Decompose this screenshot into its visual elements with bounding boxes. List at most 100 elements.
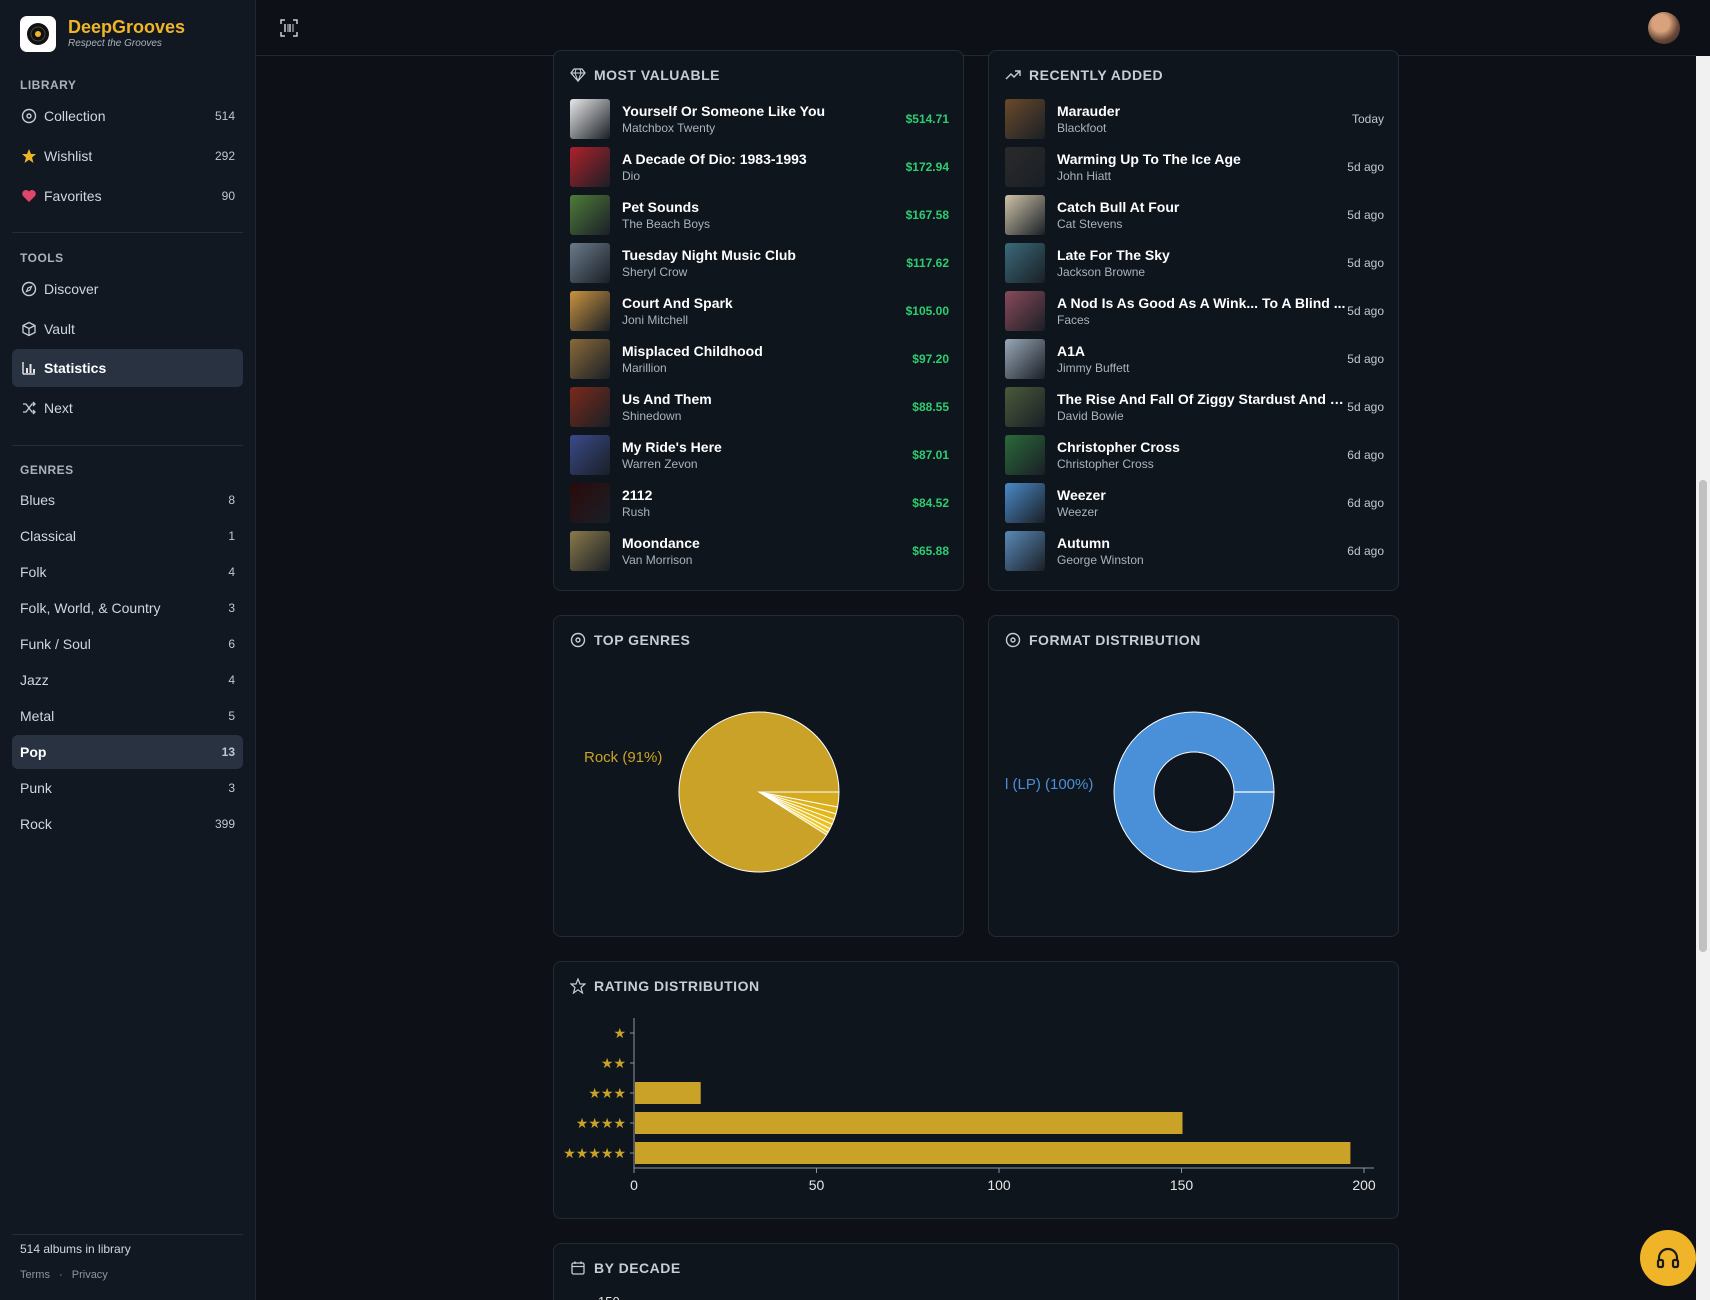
album-artist[interactable]: David Bowie <box>1057 408 1347 424</box>
avatar[interactable] <box>1648 12 1680 44</box>
sidebar-genre-classical[interactable]: Classical 1 <box>12 519 243 553</box>
rating-bar[interactable] <box>635 1082 701 1104</box>
sidebar-item-next[interactable]: Next <box>12 389 243 427</box>
scrollbar-thumb[interactable] <box>1699 480 1707 952</box>
album-title[interactable]: Pet Sounds <box>622 198 912 216</box>
album-artist[interactable]: Marillion <box>622 360 912 376</box>
album-artist[interactable]: Shinedown <box>622 408 912 424</box>
album-row[interactable]: Catch Bull At Four Cat Stevens 5d ago <box>1005 195 1384 235</box>
sidebar-genre-jazz[interactable]: Jazz 4 <box>12 663 243 697</box>
album-artist[interactable]: Weezer <box>1057 504 1347 520</box>
album-title[interactable]: Late For The Sky <box>1057 246 1347 264</box>
sidebar-item-wishlist[interactable]: Wishlist 292 <box>12 137 243 175</box>
rating-bar[interactable] <box>635 1112 1183 1134</box>
album-artist[interactable]: Cat Stevens <box>1057 216 1347 232</box>
album-row[interactable]: Christopher Cross Christopher Cross 6d ago <box>1005 435 1384 475</box>
album-artist[interactable]: Rush <box>622 504 912 520</box>
album-row[interactable]: Us And Them Shinedown $88.55 <box>570 387 949 427</box>
album-artist[interactable]: Van Morrison <box>622 552 912 568</box>
sidebar-genre-rock[interactable]: Rock 399 <box>12 807 243 841</box>
sidebar-item-discover[interactable]: Discover <box>12 270 243 308</box>
album-artist[interactable]: Dio <box>622 168 912 184</box>
album-cover[interactable] <box>1005 435 1045 475</box>
album-row[interactable]: A Decade Of Dio: 1983-1993 Dio $172.94 <box>570 147 949 187</box>
album-artist[interactable]: Blackfoot <box>1057 120 1347 136</box>
album-cover[interactable] <box>570 147 610 187</box>
sidebar-genre-folk[interactable]: Folk 4 <box>12 555 243 589</box>
album-artist[interactable]: Faces <box>1057 312 1347 328</box>
album-row[interactable]: Yourself Or Someone Like You Matchbox Twe… <box>570 99 949 139</box>
listening-help-button[interactable] <box>1640 1230 1696 1286</box>
album-title[interactable]: Court And Spark <box>622 294 912 312</box>
album-cover[interactable] <box>1005 483 1045 523</box>
album-row[interactable]: Misplaced Childhood Marillion $97.20 <box>570 339 949 379</box>
album-cover[interactable] <box>1005 243 1045 283</box>
album-row[interactable]: Tuesday Night Music Club Sheryl Crow $117.… <box>570 243 949 283</box>
album-row[interactable]: Weezer Weezer 6d ago <box>1005 483 1384 523</box>
album-title[interactable]: Catch Bull At Four <box>1057 198 1347 216</box>
album-artist[interactable]: Christopher Cross <box>1057 456 1347 472</box>
album-title[interactable]: Weezer <box>1057 486 1347 504</box>
album-cover[interactable] <box>1005 387 1045 427</box>
album-cover[interactable] <box>570 99 610 139</box>
album-row[interactable]: Court And Spark Joni Mitchell $105.00 <box>570 291 949 331</box>
album-title[interactable]: The Rise And Fall Of Ziggy Stardust And … <box>1057 390 1347 408</box>
privacy-link[interactable]: Privacy <box>72 1269 108 1281</box>
album-artist[interactable]: George Winston <box>1057 552 1347 568</box>
album-row[interactable]: Autumn George Winston 6d ago <box>1005 531 1384 571</box>
album-artist[interactable]: Sheryl Crow <box>622 264 912 280</box>
sidebar-item-statistics[interactable]: Statistics <box>12 349 243 387</box>
album-cover[interactable] <box>1005 291 1045 331</box>
album-title[interactable]: Misplaced Childhood <box>622 342 912 360</box>
album-row[interactable]: The Rise And Fall Of Ziggy Stardust And … <box>1005 387 1384 427</box>
album-title[interactable]: My Ride's Here <box>622 438 912 456</box>
album-title[interactable]: Us And Them <box>622 390 912 408</box>
album-row[interactable]: Pet Sounds The Beach Boys $167.58 <box>570 195 949 235</box>
sidebar-item-favorites[interactable]: Favorites 90 <box>12 177 243 215</box>
sidebar-item-vault[interactable]: Vault <box>12 310 243 348</box>
album-cover[interactable] <box>570 339 610 379</box>
album-cover[interactable] <box>570 195 610 235</box>
sidebar-genre-pop[interactable]: Pop 13 <box>12 735 243 769</box>
album-artist[interactable]: Warren Zevon <box>622 456 912 472</box>
album-title[interactable]: Tuesday Night Music Club <box>622 246 912 264</box>
album-artist[interactable]: John Hiatt <box>1057 168 1347 184</box>
album-row[interactable]: Marauder Blackfoot Today <box>1005 99 1384 139</box>
album-cover[interactable] <box>1005 531 1045 571</box>
album-cover[interactable] <box>570 531 610 571</box>
album-row[interactable]: My Ride's Here Warren Zevon $87.01 <box>570 435 949 475</box>
sidebar-genre-blues[interactable]: Blues 8 <box>12 483 243 517</box>
album-cover[interactable] <box>1005 339 1045 379</box>
album-title[interactable]: Christopher Cross <box>1057 438 1347 456</box>
rating-bar[interactable] <box>635 1142 1351 1164</box>
album-cover[interactable] <box>1005 147 1045 187</box>
terms-link[interactable]: Terms <box>20 1269 50 1281</box>
album-title[interactable]: Yourself Or Someone Like You <box>622 102 912 120</box>
album-title[interactable]: A Nod Is As Good As A Wink... To A Blind… <box>1057 294 1347 312</box>
album-artist[interactable]: Jimmy Buffett <box>1057 360 1347 376</box>
page-scrollbar[interactable] <box>1696 56 1710 1300</box>
album-cover[interactable] <box>570 483 610 523</box>
album-row[interactable]: 2112 Rush $84.52 <box>570 483 949 523</box>
album-artist[interactable]: Jackson Browne <box>1057 264 1347 280</box>
album-row[interactable]: Moondance Van Morrison $65.88 <box>570 531 949 571</box>
album-cover[interactable] <box>1005 99 1045 139</box>
album-title[interactable]: Warming Up To The Ice Age <box>1057 150 1347 168</box>
album-artist[interactable]: Joni Mitchell <box>622 312 912 328</box>
brand[interactable]: DeepGrooves Respect the Grooves <box>20 16 185 52</box>
album-title[interactable]: A1A <box>1057 342 1347 360</box>
album-title[interactable]: 2112 <box>622 486 912 504</box>
sidebar-genre-punk[interactable]: Punk 3 <box>12 771 243 805</box>
album-cover[interactable] <box>570 243 610 283</box>
album-cover[interactable] <box>570 291 610 331</box>
album-row[interactable]: A Nod Is As Good As A Wink... To A Blind… <box>1005 291 1384 331</box>
barcode-scan-icon[interactable] <box>278 17 300 39</box>
album-cover[interactable] <box>1005 195 1045 235</box>
sidebar-genre-metal[interactable]: Metal 5 <box>12 699 243 733</box>
album-title[interactable]: Marauder <box>1057 102 1347 120</box>
album-artist[interactable]: Matchbox Twenty <box>622 120 912 136</box>
album-artist[interactable]: The Beach Boys <box>622 216 912 232</box>
sidebar-item-collection[interactable]: Collection 514 <box>12 97 243 135</box>
album-cover[interactable] <box>570 387 610 427</box>
sidebar-genre-folk-world-country[interactable]: Folk, World, & Country 3 <box>12 591 243 625</box>
